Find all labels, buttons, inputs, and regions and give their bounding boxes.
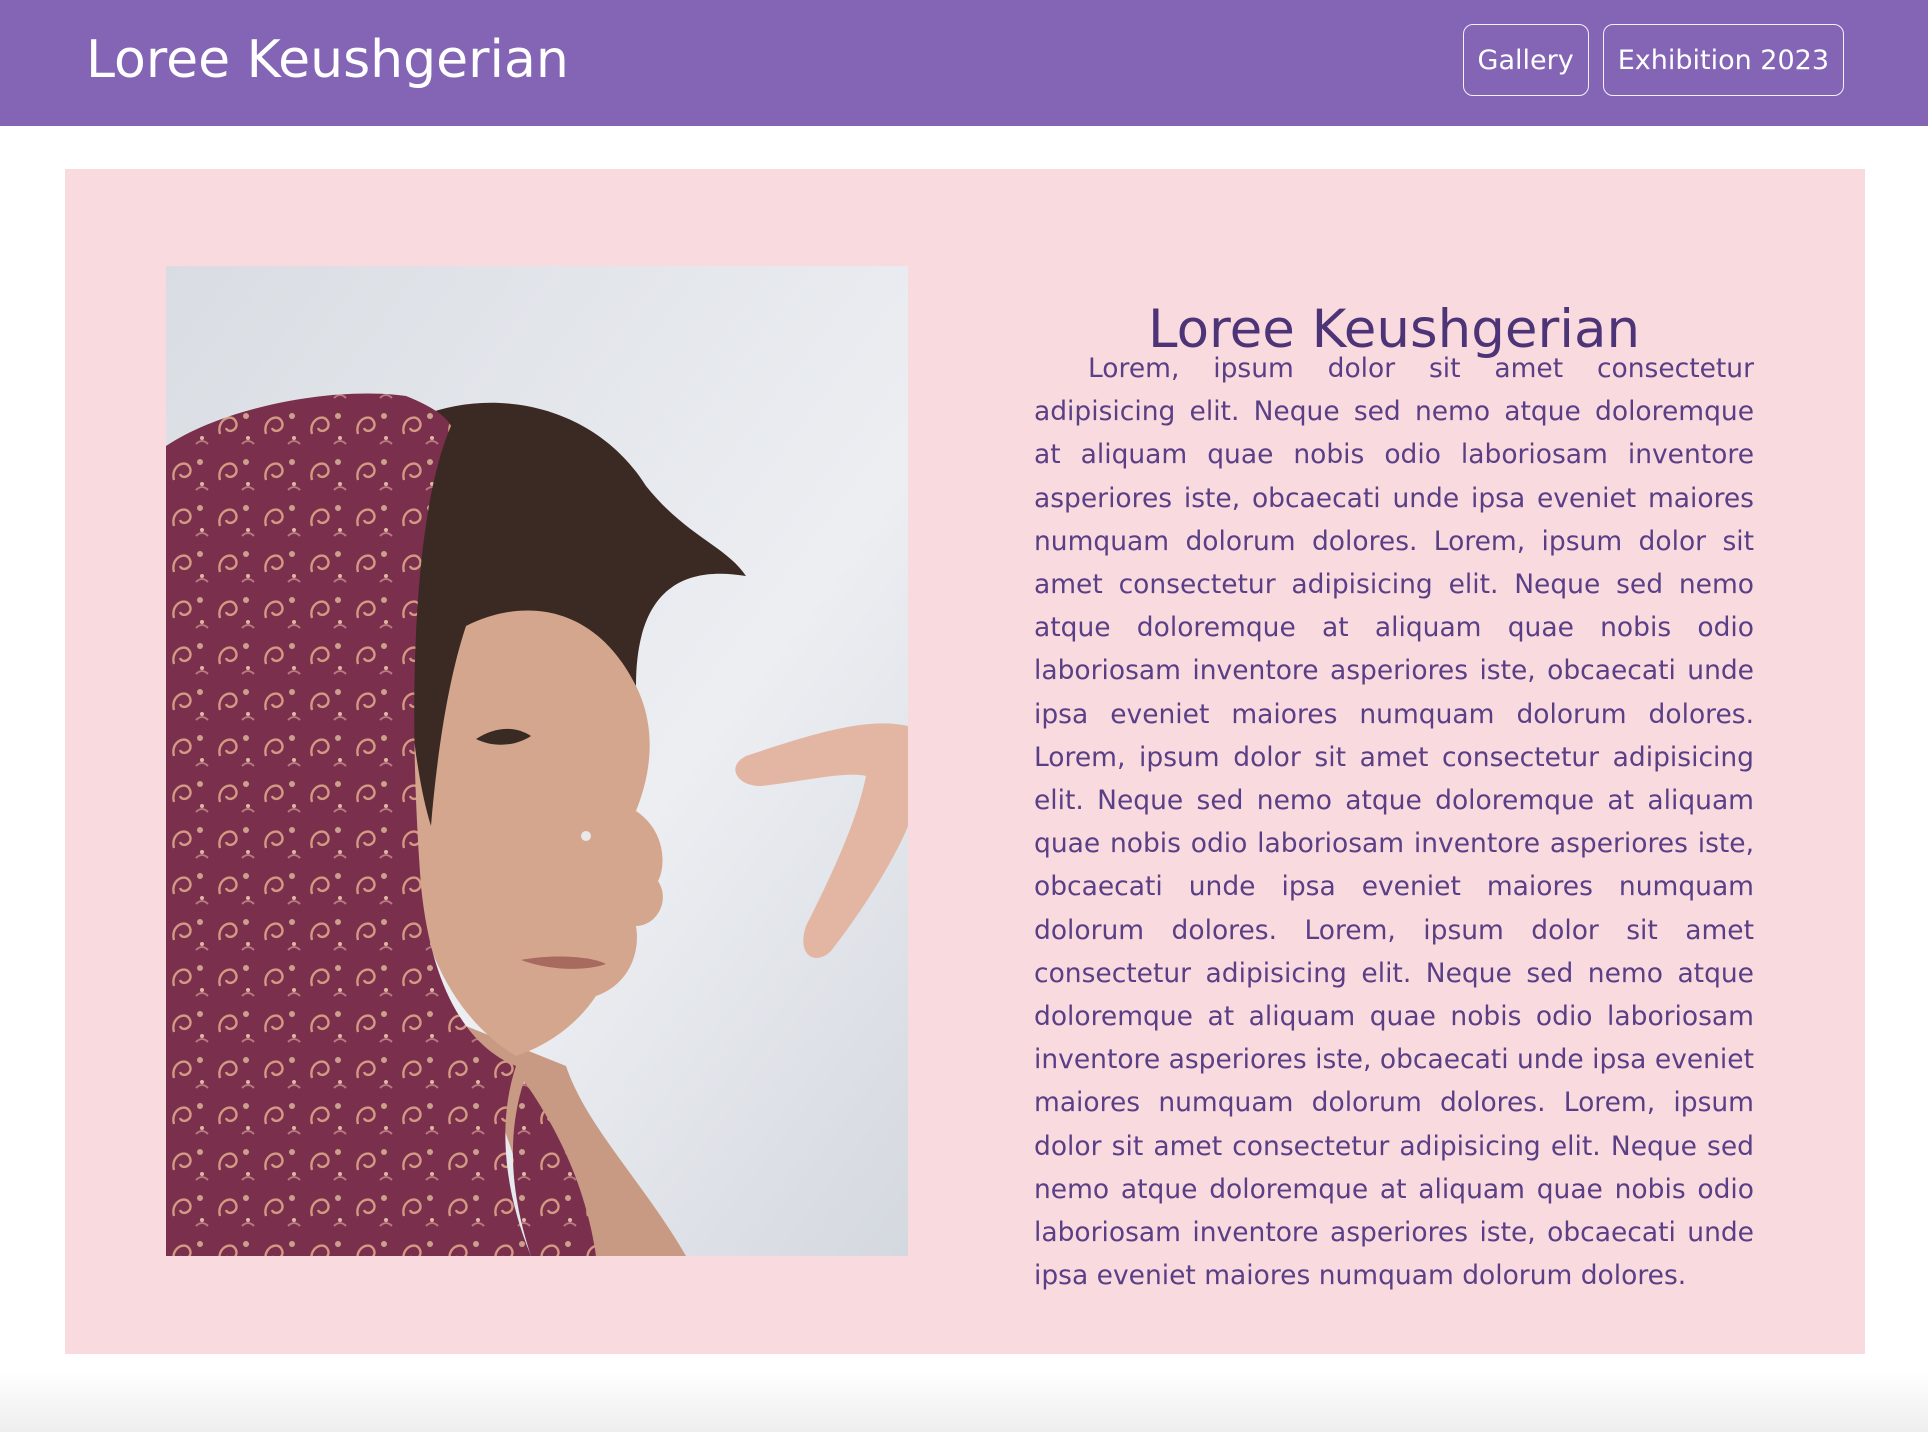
artist-bio-card: Loree Keushgerian Lorem, ipsum dolor sit… <box>65 169 1865 1354</box>
exhibition-2023-button[interactable]: Exhibition 2023 <box>1602 24 1844 96</box>
footer-shadow <box>0 1372 1928 1432</box>
artist-bio-paragraph: Lorem, ipsum dolor sit amet consectetur … <box>1034 353 1754 1292</box>
site-brand[interactable]: Loree Keushgerian <box>86 24 569 96</box>
top-navbar: Loree Keushgerian Gallery Exhibition 202… <box>0 0 1928 126</box>
artist-portrait-image <box>166 266 908 1256</box>
gallery-button[interactable]: Gallery <box>1462 24 1589 96</box>
nav-links: Gallery Exhibition 2023 <box>1462 24 1844 96</box>
